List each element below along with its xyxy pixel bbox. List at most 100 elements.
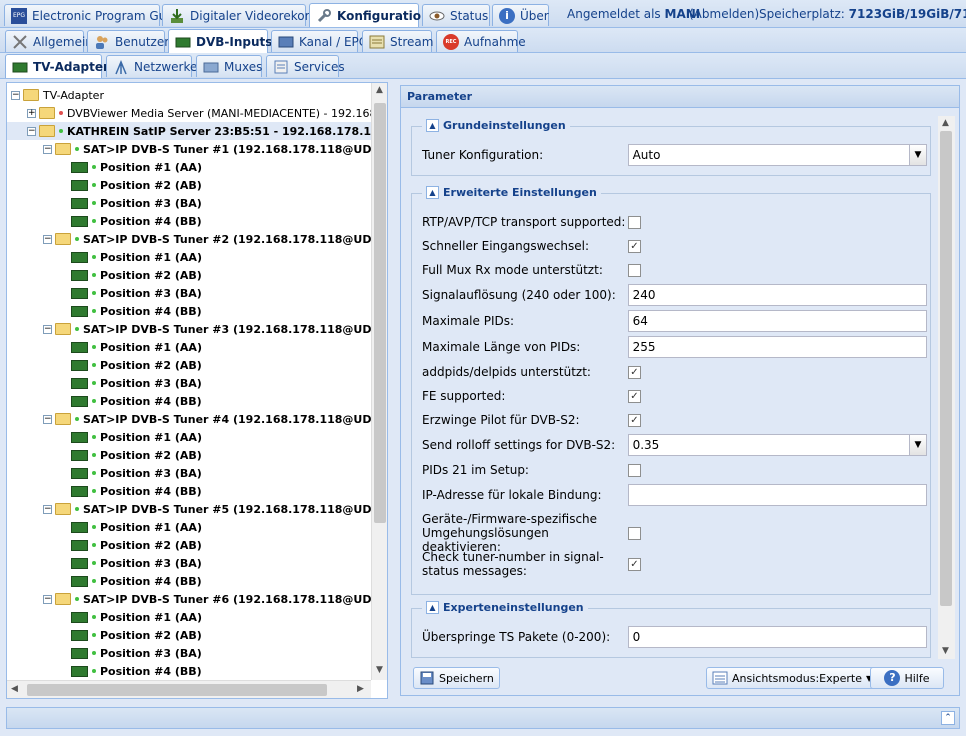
collapse-icon[interactable]: − — [11, 90, 20, 100]
tree-position[interactable]: Position #1 (AA) — [71, 338, 202, 356]
tab-netzwerke[interactable]: Netzwerke — [106, 55, 197, 77]
checkbox[interactable] — [628, 215, 641, 229]
tree-server-kathrein[interactable]: − KATHREIN SatIP Server 23:B5:51 - 192.16… — [7, 122, 371, 140]
tab-epg[interactable]: EPG Electronic Program Guide — [4, 4, 185, 26]
collapse-icon[interactable]: ▲ — [426, 186, 439, 199]
tree-position[interactable]: Position #1 (AA) — [71, 428, 202, 446]
tree-position[interactable]: Position #1 (AA) — [71, 608, 202, 626]
scroll-right-icon[interactable]: ▶ — [357, 684, 364, 694]
tree-tuner[interactable]: − SAT>IP DVB-S Tuner #4 (192.168.178.118@… — [43, 410, 371, 428]
tab-konfiguration[interactable]: Konfiguration — [309, 3, 430, 27]
expand-icon[interactable]: + — [27, 108, 36, 118]
tree-position[interactable]: Position #2 (AB) — [71, 356, 202, 374]
tab-ueber[interactable]: i Über — [492, 4, 549, 26]
tuner-config-select[interactable]: Auto ▼ — [627, 144, 927, 166]
tab-benutzer[interactable]: Benutzer — [87, 30, 169, 52]
tab-allgemein[interactable]: Allgemein — [5, 30, 93, 52]
tree-tuner[interactable]: − SAT>IP DVB-S Tuner #3 (192.168.178.118@… — [43, 320, 371, 338]
save-button[interactable]: Speichern — [413, 667, 500, 689]
text-input[interactable] — [627, 484, 927, 506]
scroll-left-icon[interactable]: ◀ — [11, 684, 18, 694]
tab-services[interactable]: Services — [266, 55, 345, 77]
tree-hscroll-thumb[interactable] — [27, 684, 327, 696]
collapse-icon[interactable]: − — [27, 126, 36, 136]
status-dot-icon — [92, 309, 96, 313]
scroll-down-icon[interactable]: ▼ — [376, 665, 383, 675]
tree-position[interactable]: Position #2 (AB) — [71, 446, 202, 464]
tab-status[interactable]: Status — [422, 4, 490, 26]
tree-position[interactable]: Position #1 (AA) — [71, 518, 202, 536]
checkbox[interactable] — [628, 463, 641, 477]
tree-position[interactable]: Position #2 (AB) — [71, 176, 202, 194]
scroll-down-icon[interactable]: ▼ — [942, 646, 949, 656]
expand-up-icon[interactable]: ⌃ — [941, 711, 955, 725]
checkbox[interactable]: ✓ — [628, 557, 641, 571]
tree-tuner[interactable]: − SAT>IP DVB-S Tuner #6 (192.168.178.118@… — [43, 590, 371, 608]
status-dot-icon — [92, 399, 96, 403]
tree-position[interactable]: Position #4 (BB) — [71, 392, 202, 410]
tab-dvr[interactable]: Digitaler Videorekorder — [162, 4, 329, 26]
skip-ts-input[interactable] — [627, 626, 927, 648]
tree-vertical-scrollbar[interactable]: ▲ ▼ — [371, 83, 387, 680]
text-input[interactable] — [627, 310, 927, 332]
tab-tv-adapter[interactable]: TV-Adapter — [5, 54, 109, 78]
logout-link[interactable]: (Abmelden) — [689, 7, 759, 21]
tree-position[interactable]: Position #3 (BA) — [71, 194, 202, 212]
tree-tuner[interactable]: − SAT>IP DVB-S Tuner #1 (192.168.178.118@… — [43, 140, 371, 158]
status-dot-icon — [75, 147, 79, 151]
tab-stream[interactable]: Stream — [362, 30, 433, 52]
rolloff-select[interactable]: 0.35 ▼ — [627, 434, 927, 456]
folder-icon — [55, 503, 71, 515]
tree-horizontal-scrollbar[interactable]: ◀ ▶ — [7, 680, 371, 698]
checkbox[interactable]: ✓ — [628, 413, 641, 427]
checkbox[interactable] — [628, 263, 641, 277]
collapse-icon[interactable]: − — [43, 324, 52, 334]
folder-icon — [39, 107, 55, 119]
tree-vscroll-thumb[interactable] — [374, 103, 386, 523]
tree-position[interactable]: Position #4 (BB) — [71, 302, 202, 320]
collapse-icon[interactable]: ▲ — [426, 601, 439, 614]
tree-position[interactable]: Position #4 (BB) — [71, 482, 202, 500]
tree-position[interactable]: Position #4 (BB) — [71, 572, 202, 590]
text-input[interactable] — [627, 336, 927, 358]
scroll-up-icon[interactable]: ▲ — [942, 118, 949, 128]
tab-aufnahme[interactable]: REC Aufnahme — [436, 30, 526, 52]
tree-position[interactable]: Position #2 (AB) — [71, 266, 202, 284]
tree-position[interactable]: Position #3 (BA) — [71, 464, 202, 482]
collapse-icon[interactable]: − — [43, 504, 52, 514]
collapse-icon[interactable]: ▲ — [426, 119, 439, 132]
checkbox[interactable]: ✓ — [628, 389, 641, 403]
scroll-up-icon[interactable]: ▲ — [376, 85, 383, 95]
checkbox[interactable] — [628, 526, 641, 540]
tree-position[interactable]: Position #3 (BA) — [71, 284, 202, 302]
tab-dvb-inputs[interactable]: DVB-Inputs — [168, 29, 272, 53]
tab-kanal-epg[interactable]: Kanal / EPG — [271, 30, 368, 52]
tree-position[interactable]: Position #1 (AA) — [71, 248, 202, 266]
text-input[interactable] — [627, 284, 927, 306]
tree-tuner[interactable]: − SAT>IP DVB-S Tuner #5 (192.168.178.118@… — [43, 500, 371, 518]
chevron-down-icon[interactable]: ▼ — [909, 435, 926, 455]
view-mode-button[interactable]: Ansichtsmodus:Experte ▼ — [706, 667, 879, 689]
tree-position[interactable]: Position #2 (AB) — [71, 536, 202, 554]
checkbox[interactable]: ✓ — [628, 365, 641, 379]
tab-muxes[interactable]: Muxes — [196, 55, 262, 77]
chevron-down-icon[interactable]: ▼ — [909, 145, 926, 165]
collapse-icon[interactable]: − — [43, 594, 52, 604]
tree-root[interactable]: − TV-Adapter — [11, 86, 104, 104]
checkbox[interactable]: ✓ — [628, 239, 641, 253]
help-button[interactable]: ? Hilfe — [870, 667, 944, 689]
tree-position[interactable]: Position #4 (BB) — [71, 662, 202, 680]
tree-position[interactable]: Position #1 (AA) — [71, 158, 202, 176]
tree-position[interactable]: Position #3 (BA) — [71, 554, 202, 572]
tree-position[interactable]: Position #2 (AB) — [71, 626, 202, 644]
params-vertical-scrollbar[interactable]: ▲ ▼ — [938, 116, 955, 659]
collapse-icon[interactable]: − — [43, 234, 52, 244]
tree-position[interactable]: Position #3 (BA) — [71, 644, 202, 662]
tree-tuner[interactable]: − SAT>IP DVB-S Tuner #2 (192.168.178.118@… — [43, 230, 371, 248]
tree-position[interactable]: Position #4 (BB) — [71, 212, 202, 230]
tree-server-dvbviewer[interactable]: + DVBViewer Media Server (MANI-MEDIACENTE… — [27, 104, 371, 122]
collapse-icon[interactable]: − — [43, 144, 52, 154]
tree-position[interactable]: Position #3 (BA) — [71, 374, 202, 392]
collapse-icon[interactable]: − — [43, 414, 52, 424]
params-vscroll-thumb[interactable] — [940, 131, 952, 606]
